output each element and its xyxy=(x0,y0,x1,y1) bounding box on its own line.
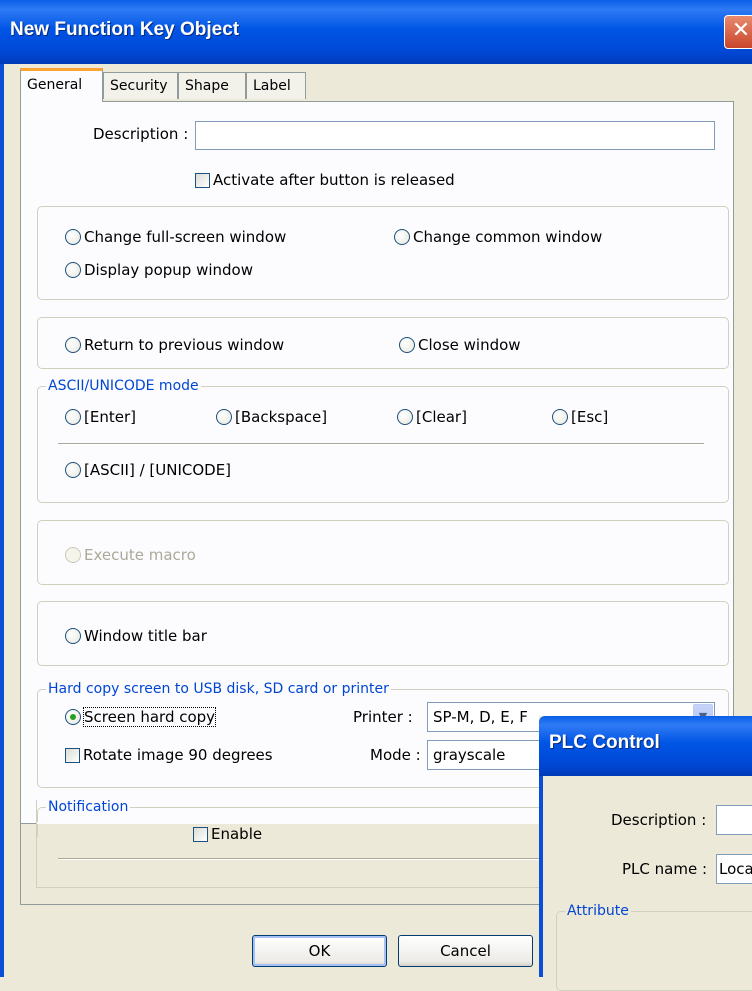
plc-name-label: PLC name : xyxy=(622,860,708,878)
radio-clear[interactable]: [Clear] xyxy=(397,407,467,427)
radio-close-window-label: Close window xyxy=(418,336,521,354)
radio-execute-macro: Execute macro xyxy=(65,545,196,565)
window-title-bar-group: Window title bar xyxy=(37,601,729,666)
plc-name-value: Loca xyxy=(719,860,752,878)
notification-bottom-border xyxy=(36,887,540,888)
notification-legend: Notification xyxy=(46,798,131,816)
rotate-image-checkbox[interactable]: Rotate image 90 degrees xyxy=(65,745,273,765)
radio-change-common-label: Change common window xyxy=(413,228,603,246)
radio-display-popup[interactable]: Display popup window xyxy=(65,260,253,280)
radio-close-window[interactable]: Close window xyxy=(399,335,521,355)
notification-enable-checkbox[interactable]: Enable xyxy=(193,824,262,844)
radio-backspace-label: [Backspace] xyxy=(235,408,328,426)
radio-button-icon xyxy=(65,229,81,245)
radio-screen-hard-copy[interactable]: Screen hard copy xyxy=(65,707,217,727)
plc-attribute-legend: Attribute xyxy=(565,902,631,920)
plc-description-input[interactable] xyxy=(716,805,752,835)
return-close-group: Return to previous window Close window xyxy=(37,317,729,369)
radio-button-icon xyxy=(65,409,81,425)
ascii-unicode-group: ASCII/UNICODE mode [Enter] [Backspace] [… xyxy=(37,377,729,503)
plc-description-label: Description : xyxy=(611,811,707,829)
radio-change-common[interactable]: Change common window xyxy=(394,227,602,247)
activate-after-release-label: Activate after button is released xyxy=(213,171,455,189)
activate-after-release-checkbox[interactable]: Activate after button is released xyxy=(195,170,455,190)
ascii-unicode-legend: ASCII/UNICODE mode xyxy=(46,377,201,395)
ok-button[interactable]: OK xyxy=(252,935,387,967)
ascii-separator xyxy=(58,443,704,445)
radio-ascii-unicode-label: [ASCII] / [UNICODE] xyxy=(84,461,232,479)
window-change-group: Change full-screen window Change common … xyxy=(37,206,729,300)
mode-label: Mode : xyxy=(370,746,421,764)
radio-return-previous-label: Return to previous window xyxy=(84,336,285,354)
cancel-button[interactable]: Cancel xyxy=(398,935,533,967)
plc-attribute-group: Attribute xyxy=(556,902,752,991)
radio-screen-hard-copy-label: Screen hard copy xyxy=(82,707,217,727)
description-label: Description : xyxy=(93,125,189,143)
title-bar[interactable]: New Function Key Object ✕ xyxy=(0,0,752,64)
radio-ascii-unicode[interactable]: [ASCII] / [UNICODE] xyxy=(65,460,231,480)
macro-group: Execute macro xyxy=(37,520,729,585)
radio-button-icon xyxy=(65,628,81,644)
radio-button-icon xyxy=(216,409,232,425)
panel-bottom-border xyxy=(20,904,540,905)
radio-enter-label: [Enter] xyxy=(84,408,136,426)
tab-label[interactable]: Label xyxy=(246,72,306,99)
radio-button-icon xyxy=(65,709,81,725)
radio-esc[interactable]: [Esc] xyxy=(552,407,608,427)
tab-shape[interactable]: Shape xyxy=(178,72,246,99)
radio-display-popup-label: Display popup window xyxy=(84,261,253,279)
checkbox-box xyxy=(195,173,210,188)
radio-return-previous[interactable]: Return to previous window xyxy=(65,335,284,355)
window-frame xyxy=(0,64,4,977)
plc-title-bar[interactable]: PLC Control xyxy=(539,716,752,776)
radio-button-icon xyxy=(552,409,568,425)
close-icon[interactable]: ✕ xyxy=(724,15,752,49)
radio-button-icon xyxy=(65,547,81,563)
radio-esc-label: [Esc] xyxy=(571,408,609,426)
plc-name-select[interactable]: Loca xyxy=(716,854,752,884)
description-input[interactable] xyxy=(195,121,715,150)
window-title: New Function Key Object xyxy=(10,19,240,40)
plc-window-frame xyxy=(539,776,543,977)
hard-copy-legend: Hard copy screen to USB disk, SD card or… xyxy=(46,680,391,698)
notification-enable-label: Enable xyxy=(211,825,263,843)
radio-window-title-bar[interactable]: Window title bar xyxy=(65,626,207,646)
radio-enter[interactable]: [Enter] xyxy=(65,407,136,427)
radio-button-icon xyxy=(65,462,81,478)
rotate-image-label: Rotate image 90 degrees xyxy=(83,746,273,764)
radio-change-fullscreen[interactable]: Change full-screen window xyxy=(65,227,286,247)
radio-backspace[interactable]: [Backspace] xyxy=(216,407,327,427)
printer-value: SP-M, D, E, F xyxy=(433,708,528,726)
plc-control-window[interactable]: PLC Control Description : PLC name : Loc… xyxy=(539,716,752,991)
radio-button-icon xyxy=(397,409,413,425)
tab-security[interactable]: Security xyxy=(103,72,178,99)
radio-button-icon xyxy=(394,229,410,245)
notification-border-left-ext xyxy=(36,800,37,888)
mode-value: grayscale xyxy=(433,746,506,764)
function-key-dialog: New Function Key Object ✕ General Securi… xyxy=(0,0,752,991)
radio-button-icon xyxy=(399,337,415,353)
radio-button-icon xyxy=(65,262,81,278)
radio-clear-label: [Clear] xyxy=(416,408,467,426)
checkbox-box xyxy=(65,748,80,763)
radio-button-icon xyxy=(65,337,81,353)
plc-window-title: PLC Control xyxy=(549,732,660,753)
tab-general[interactable]: General xyxy=(20,68,103,102)
panel-border-left-ext xyxy=(20,823,21,905)
printer-label: Printer : xyxy=(353,708,413,726)
radio-execute-macro-label: Execute macro xyxy=(84,546,196,564)
radio-change-fullscreen-label: Change full-screen window xyxy=(84,228,287,246)
radio-window-title-bar-label: Window title bar xyxy=(84,627,207,645)
checkbox-box xyxy=(193,827,208,842)
